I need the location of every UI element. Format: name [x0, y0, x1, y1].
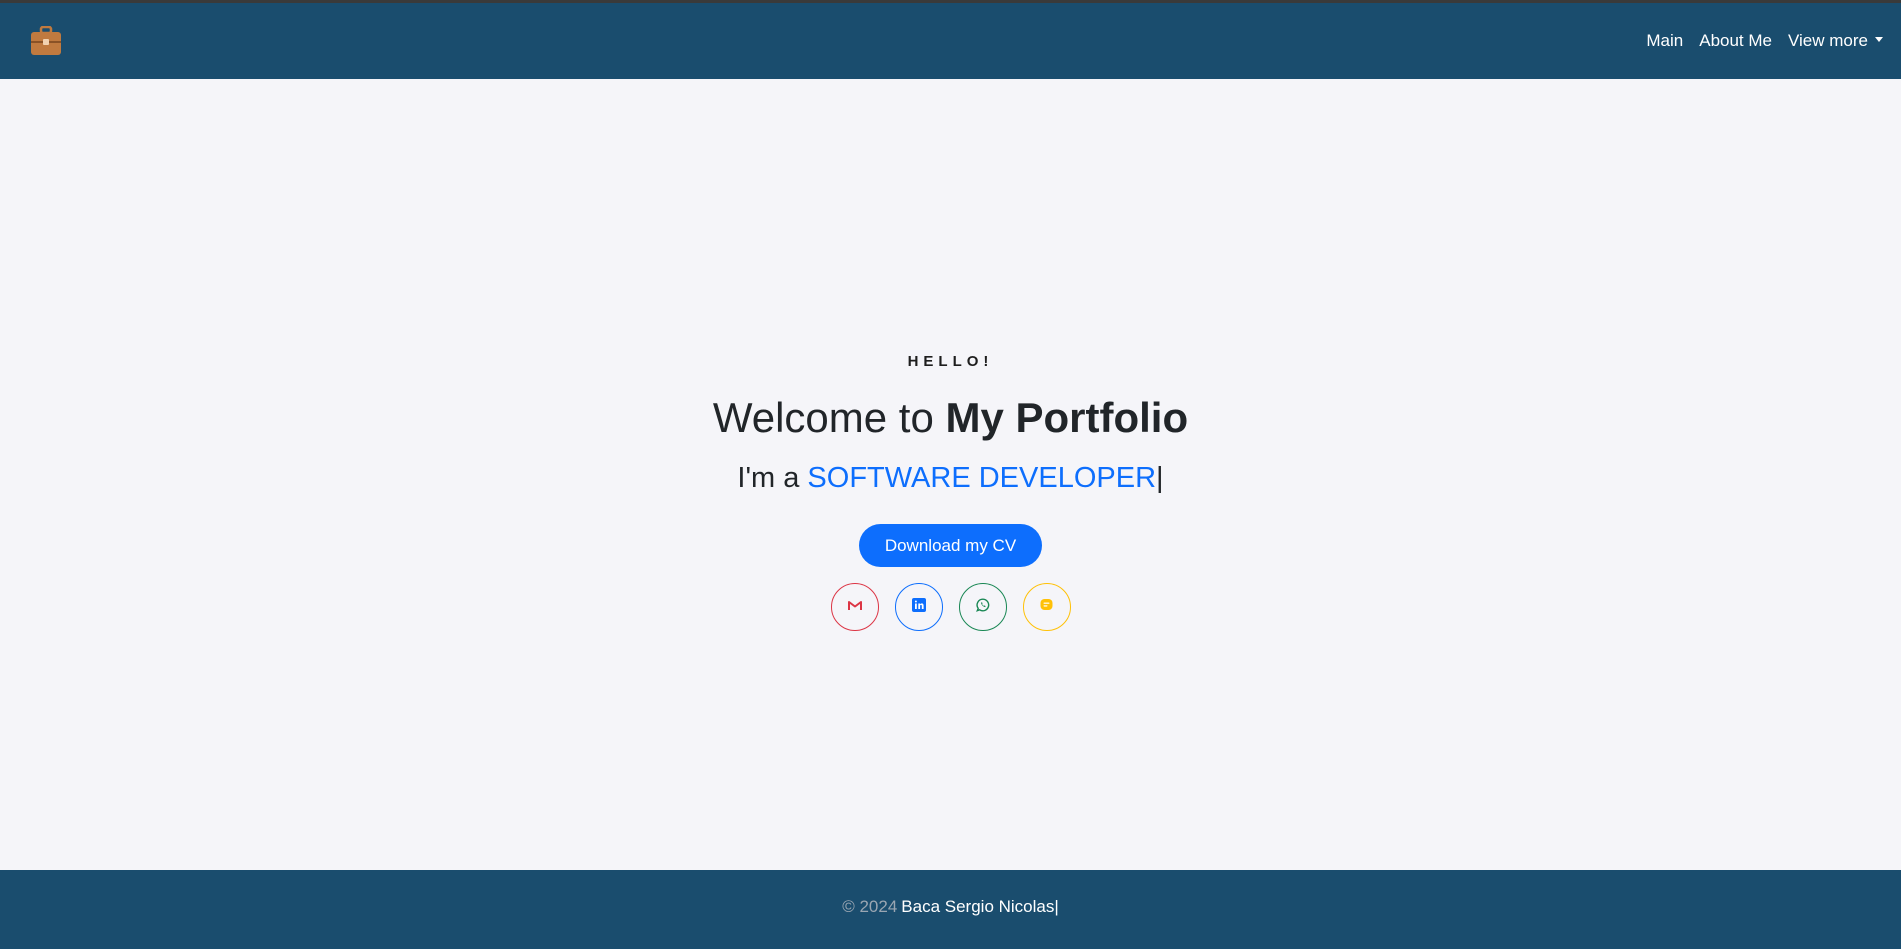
footer-author: Baca Sergio Nicolas: [901, 896, 1055, 916]
nav-link-about-me[interactable]: About Me: [1699, 31, 1772, 51]
linkedin-icon: [911, 597, 926, 617]
hero-title-bold: My Portfolio: [945, 394, 1189, 441]
nav-links: Main About Me View more: [1646, 31, 1883, 51]
whatsapp-icon: [975, 597, 990, 617]
nav-link-label: View more: [1788, 31, 1868, 50]
hero-title-prefix: Welcome to: [712, 394, 946, 441]
hero-greeting: HELLO!: [907, 353, 994, 370]
message-link[interactable]: [1022, 583, 1071, 631]
whatsapp-link[interactable]: [958, 583, 1007, 631]
hero-subtitle-prefix: I'm a: [737, 462, 808, 494]
nav-dropdown-view-more[interactable]: View more: [1788, 31, 1883, 51]
message-icon: [1040, 598, 1053, 616]
gmail-link[interactable]: [830, 583, 879, 631]
social-links: [830, 583, 1071, 631]
hero-section: HELLO! Welcome to My Portfolio I'm a SOF…: [0, 79, 1901, 870]
hero-title: Welcome to My Portfolio: [713, 394, 1188, 442]
typing-cursor: |: [1156, 462, 1164, 494]
navbar: Main About Me View more: [0, 3, 1901, 79]
footer-copyright: © 2024: [842, 896, 898, 916]
nav-link-label: About Me: [1699, 31, 1772, 50]
hero-role: SOFTWARE DEVELOPER: [807, 462, 1157, 494]
briefcase-icon[interactable]: [30, 26, 64, 56]
hero-subtitle: I'm a SOFTWARE DEVELOPER|: [737, 462, 1163, 495]
linkedin-link[interactable]: [894, 583, 943, 631]
gmail-icon: [847, 598, 862, 616]
footer-typing-cursor: |: [1054, 896, 1059, 916]
nav-link-label: Main: [1646, 31, 1684, 50]
nav-link-main[interactable]: Main: [1646, 31, 1683, 51]
download-cv-button[interactable]: Download my CV: [858, 524, 1043, 567]
footer: © 2024 Baca Sergio Nicolas |: [0, 870, 1901, 949]
caret-down-icon: [1875, 37, 1883, 42]
